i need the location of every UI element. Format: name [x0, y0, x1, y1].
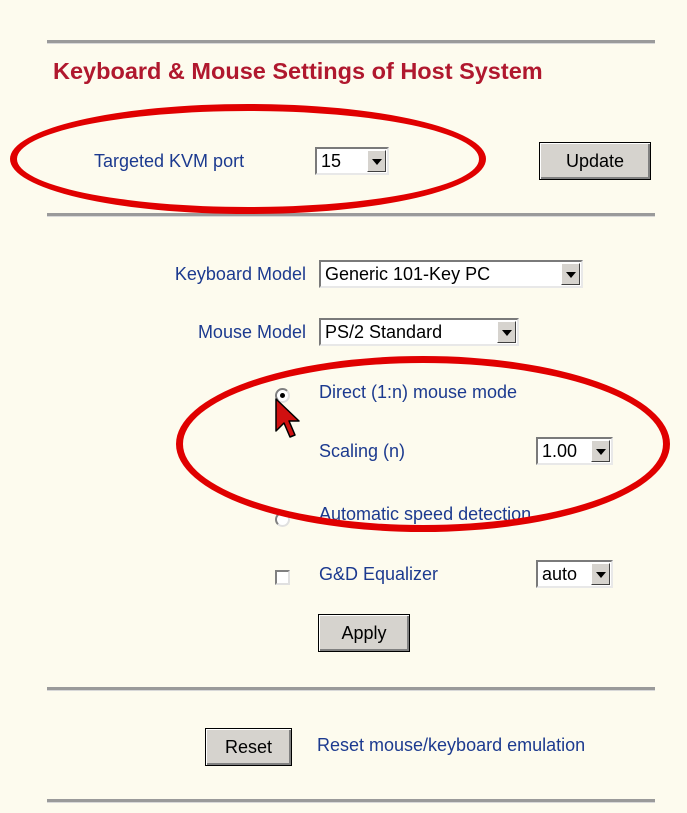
equalizer-label: G&D Equalizer — [319, 564, 439, 584]
reset-button[interactable]: Reset — [205, 728, 292, 766]
kvm-highlight-ellipse — [10, 104, 486, 214]
scaling-label: Scaling (n) — [319, 441, 406, 461]
top-divider — [47, 40, 655, 44]
chevron-down-icon — [561, 263, 580, 285]
direct-mode-label: Direct (1:n) mouse mode — [319, 382, 518, 402]
keyboard-model-value: Generic 101-Key PC — [325, 264, 491, 284]
equalizer-select[interactable]: auto — [536, 560, 613, 588]
auto-speed-radio[interactable] — [275, 512, 290, 527]
mouse-model-label: Mouse Model — [197, 322, 306, 342]
kvm-port-label: Targeted KVM port — [94, 151, 245, 171]
mouse-pointer-icon — [275, 398, 300, 438]
mouse-model-value: PS/2 Standard — [325, 322, 443, 342]
chevron-down-icon — [497, 321, 516, 343]
kvm-port-select[interactable]: 15 — [315, 147, 389, 175]
scaling-value: 1.00 — [542, 441, 578, 461]
mouse-model-select[interactable]: PS/2 Standard — [319, 318, 519, 346]
auto-speed-label: Automatic speed detection — [319, 504, 532, 524]
kvm-port-value: 15 — [321, 151, 342, 171]
update-button[interactable]: Update — [539, 142, 651, 180]
equalizer-checkbox[interactable] — [275, 570, 290, 585]
divider-2 — [47, 687, 655, 691]
apply-button[interactable]: Apply — [318, 614, 410, 652]
chevron-down-icon — [367, 150, 386, 172]
chevron-down-icon — [591, 440, 610, 462]
page-title: Keyboard & Mouse Settings of Host System — [53, 58, 543, 84]
equalizer-value: auto — [542, 564, 578, 584]
keyboard-model-label: Keyboard Model — [174, 264, 306, 284]
divider-1 — [47, 213, 655, 217]
scaling-select[interactable]: 1.00 — [536, 437, 613, 465]
reset-description: Reset mouse/keyboard emulation — [317, 735, 586, 755]
bottom-divider — [47, 799, 655, 803]
chevron-down-icon — [591, 563, 610, 585]
keyboard-model-select[interactable]: Generic 101-Key PC — [319, 260, 583, 288]
